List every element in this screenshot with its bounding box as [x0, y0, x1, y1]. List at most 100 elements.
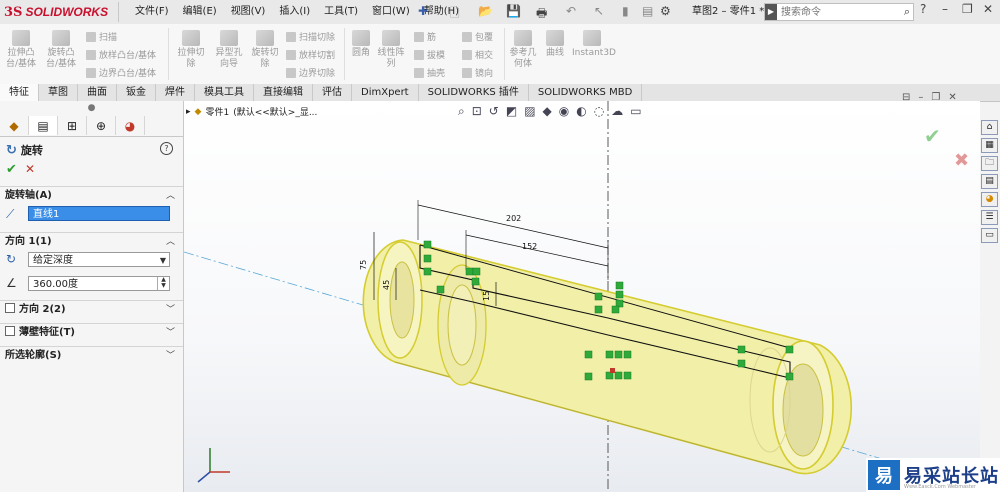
tab-direct-editing[interactable]: 直接编辑	[254, 84, 313, 101]
section-direction2[interactable]: 方向 2(2) ﹀	[0, 300, 183, 319]
relation-icon[interactable]	[785, 372, 794, 381]
shell-button[interactable]: 抽壳	[414, 66, 445, 79]
revolve-cut-button[interactable]: 旋转切 除	[248, 30, 282, 70]
tab-mold-tools[interactable]: 模具工具	[195, 84, 254, 101]
spinner-icon[interactable]: ▲ ▼	[157, 277, 169, 290]
direction2-checkbox[interactable]	[5, 303, 15, 313]
relation-icon[interactable]	[594, 292, 603, 301]
relation-icon[interactable]	[584, 372, 593, 381]
draft-button[interactable]: 拔模	[414, 48, 445, 61]
tab-mbd[interactable]: SOLIDWORKS MBD	[529, 84, 643, 101]
chevron-up-icon[interactable]: ︿	[166, 233, 175, 251]
search-command-box[interactable]: ▶ ⌕	[764, 3, 914, 21]
confirm-corner-cancel-icon[interactable]: ✖	[954, 150, 969, 171]
tab-dimxpert[interactable]: DimXpert	[352, 84, 419, 101]
confirm-corner-ok-icon[interactable]: ✔	[924, 124, 941, 148]
origin-icon[interactable]	[610, 368, 615, 373]
extrude-cut-button[interactable]: 拉伸切 除	[174, 30, 208, 70]
tab-sketch[interactable]: 草图	[39, 84, 78, 101]
design-library-icon[interactable]: ▦	[981, 138, 998, 153]
menu-insert[interactable]: 插入(I)	[272, 0, 317, 24]
relation-icon[interactable]	[737, 359, 746, 368]
print-icon[interactable]: 🖶	[536, 4, 547, 25]
menu-view[interactable]: 视图(V)	[224, 0, 273, 24]
dimension-15[interactable]: 15	[482, 291, 491, 301]
solidworks-logo[interactable]: 3S SOLIDWORKS	[4, 3, 108, 21]
relation-icon[interactable]	[614, 350, 623, 359]
tab-evaluate[interactable]: 评估	[313, 84, 352, 101]
dimension-152[interactable]: 152	[522, 242, 537, 251]
relation-icon[interactable]	[737, 345, 746, 354]
property-manager-icon[interactable]: ▤	[29, 116, 58, 135]
search-input[interactable]	[777, 5, 883, 19]
chevron-down-icon[interactable]: ﹀	[166, 301, 175, 319]
relation-icon[interactable]	[423, 254, 432, 263]
cancel-button[interactable]: ✕	[25, 162, 35, 176]
relation-icon[interactable]	[605, 371, 614, 380]
thin-feature-checkbox[interactable]	[5, 326, 15, 336]
rib-button[interactable]: 筋	[414, 30, 436, 43]
relation-icon[interactable]	[623, 371, 632, 380]
display-manager-icon[interactable]: ◕	[116, 116, 145, 135]
axis-selection-field[interactable]: 直线1	[28, 206, 170, 221]
end-condition-select[interactable]: 给定深度 ▼	[28, 252, 170, 267]
lofted-cut-button[interactable]: 放样切割	[286, 48, 335, 61]
file-properties-icon[interactable]: ▤	[642, 4, 653, 18]
feature-manager-icon[interactable]: ◆	[0, 116, 29, 135]
swept-cut-button[interactable]: 扫描切除	[286, 30, 335, 43]
boundary-boss-button[interactable]: 边界凸台/基体	[86, 66, 156, 79]
reverse-direction-icon[interactable]: ↻	[6, 252, 16, 266]
home-icon[interactable]: ⌂	[981, 120, 998, 135]
instant3d-button[interactable]: Instant3D	[572, 30, 616, 59]
chevron-up-icon[interactable]: ︿	[166, 187, 175, 205]
save-icon[interactable]: 💾	[506, 4, 521, 18]
dimension-202[interactable]: 202	[506, 214, 521, 223]
menu-tools[interactable]: 工具(T)	[317, 0, 365, 24]
configuration-manager-icon[interactable]: ⊞	[58, 116, 87, 135]
relation-icon[interactable]	[615, 281, 624, 290]
revolve-boss-button[interactable]: 旋转凸 台/基体	[44, 30, 78, 70]
search-icon[interactable]: ⌕	[904, 5, 913, 19]
appearances-icon[interactable]: ◕	[981, 192, 998, 207]
relation-icon[interactable]	[605, 350, 614, 359]
relation-icon[interactable]	[615, 290, 624, 299]
relation-icon[interactable]	[423, 240, 432, 249]
reference-geometry-button[interactable]: 参考几 何体	[508, 30, 538, 70]
relation-icon[interactable]	[436, 285, 445, 294]
relation-icon[interactable]	[472, 267, 481, 276]
menu-window[interactable]: 窗口(W)	[365, 0, 417, 24]
undo-icon[interactable]: ↶	[566, 4, 576, 18]
tab-features[interactable]: 特征	[0, 84, 39, 101]
dimxpert-manager-icon[interactable]: ⊕	[87, 116, 116, 135]
minimize-icon[interactable]: –	[942, 2, 948, 16]
loft-button[interactable]: 放样凸台/基体	[86, 48, 156, 61]
forum-icon[interactable]: ▭	[981, 228, 998, 243]
tab-surfaces[interactable]: 曲面	[78, 84, 117, 101]
relation-icon[interactable]	[623, 350, 632, 359]
sweep-button[interactable]: 扫描	[86, 30, 117, 43]
section-selected-contours[interactable]: 所选轮廓(S) ﹀	[0, 346, 183, 365]
angle-input[interactable]: 360.00度 ▲ ▼	[28, 276, 170, 291]
menu-file[interactable]: 文件(F)	[128, 0, 176, 24]
play-icon[interactable]: ▶	[765, 4, 777, 20]
help-icon[interactable]: ?	[160, 142, 173, 155]
mirror-button[interactable]: 镜向	[462, 66, 493, 79]
custom-properties-icon[interactable]: ☰	[981, 210, 998, 225]
menu-edit[interactable]: 编辑(E)	[176, 0, 224, 24]
section-axis[interactable]: 旋转轴(A) ︿	[0, 186, 183, 205]
chevron-down-icon[interactable]: ﹀	[166, 347, 175, 365]
select-icon[interactable]: ↖	[594, 4, 604, 18]
model-view[interactable]: ✔ ✖ 202 152 75 45 15	[184, 101, 980, 492]
intersect-button[interactable]: 相交	[462, 48, 493, 61]
pin-icon[interactable]: ✚	[418, 4, 428, 18]
new-file-icon[interactable]: 🗋	[450, 4, 460, 25]
view-palette-icon[interactable]: ▤	[981, 174, 998, 189]
relation-icon[interactable]	[584, 350, 593, 359]
hole-wizard-button[interactable]: 异型孔 向导	[212, 30, 246, 70]
restore-icon[interactable]: ❐	[962, 2, 973, 16]
options-gear-icon[interactable]: ⚙	[660, 4, 671, 18]
file-explorer-icon[interactable]: 🗀	[981, 156, 998, 171]
help-dropdown-icon[interactable]: ?	[920, 2, 926, 16]
dimension-45[interactable]: 45	[382, 280, 391, 290]
relation-icon[interactable]	[614, 371, 623, 380]
